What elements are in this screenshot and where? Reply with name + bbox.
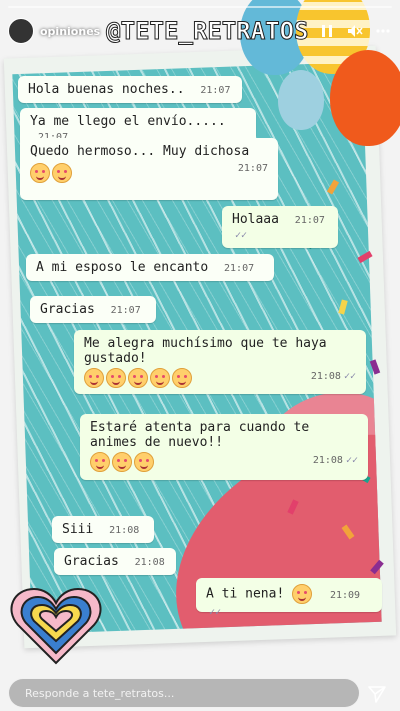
message-time: 21:08 — [134, 557, 165, 568]
message-bubble: A mi esposo le encanto 21:07 — [26, 254, 274, 281]
reply-input[interactable] — [23, 685, 345, 701]
message-text: A ti nena! — [206, 586, 285, 602]
message-bubble-sent: A ti nena! 21:09 ✓✓ — [196, 578, 382, 618]
message-text: Gracias — [64, 554, 119, 569]
reply-bar[interactable] — [8, 678, 360, 708]
smiling-face-hearts-icon — [172, 368, 192, 388]
message-text: Ya me llego el envío..... — [30, 114, 226, 129]
mute-icon[interactable] — [346, 22, 364, 40]
message-time: 21:07 — [110, 305, 141, 316]
message-time: 21:08 — [109, 525, 140, 536]
smiling-face-hearts-icon — [90, 452, 110, 472]
smiling-face-hearts-icon — [106, 368, 126, 388]
heart-sticker-icon — [10, 587, 102, 665]
message-bubble: Gracias 21:08 — [54, 548, 176, 575]
message-text: Holaaa — [232, 212, 279, 227]
message-bubble-sent: Estaré atenta para cuando te animes de n… — [80, 414, 368, 480]
story-header: opiniones @TETE_RETRATOS — [8, 13, 392, 49]
smiling-face-hearts-icon — [128, 368, 148, 388]
message-time: 21:07 — [237, 163, 268, 174]
read-check-icon: ✓✓ — [345, 455, 358, 466]
message-time: 21:08 — [310, 371, 341, 382]
message-bubble-sent: Holaaa 21:07 ✓✓ — [222, 206, 338, 248]
smiling-face-hearts-icon — [292, 584, 313, 604]
read-check-icon: ✓✓ — [209, 607, 222, 618]
message-text: Quedo hermoso... Muy dichosa — [30, 144, 250, 159]
message-text: Me alegra muchísimo que te haya gustado! — [84, 336, 327, 366]
read-check-icon: ✓✓ — [343, 371, 356, 382]
message-text: Siii — [62, 522, 94, 537]
message-bubble: Gracias 21:07 — [30, 296, 156, 323]
avatar[interactable] — [8, 18, 34, 44]
username[interactable]: opiniones — [40, 25, 100, 38]
story-title-sticker: @TETE_RETRATOS — [106, 17, 309, 46]
message-text: Gracias — [40, 302, 95, 317]
message-time: 21:07 — [224, 263, 255, 274]
message-time: 21:07 — [200, 85, 231, 96]
message-bubble-sent: Me alegra muchísimo que te haya gustado!… — [74, 330, 366, 394]
message-text: A mi esposo le encanto — [36, 260, 209, 275]
smiling-face-hearts-icon — [112, 452, 132, 472]
smiling-face-hearts-icon — [30, 163, 50, 183]
send-icon[interactable] — [366, 683, 388, 705]
balloon-decoration — [278, 70, 324, 130]
pause-icon[interactable] — [318, 22, 336, 40]
message-time: 21:09 — [329, 589, 361, 601]
message-text: Estaré atenta para cuando te animes de n… — [90, 420, 310, 450]
read-check-icon: ✓✓ — [235, 230, 248, 241]
more-icon[interactable] — [374, 22, 392, 40]
story-progress-bar — [8, 6, 392, 8]
face-with-stars-icon — [134, 452, 154, 472]
party-face-icon — [150, 368, 170, 388]
message-time: 21:08 — [312, 455, 343, 466]
message-bubble: Siii 21:08 — [52, 516, 154, 543]
smiling-face-hearts-icon — [52, 163, 72, 183]
message-text: Hola buenas noches.. — [28, 82, 185, 97]
face-with-stars-icon — [84, 368, 104, 388]
story-view[interactable]: Hola buenas noches.. 21:07 Ya me llego e… — [0, 0, 400, 711]
message-time: 21:07 — [294, 215, 325, 226]
message-bubble: Hola buenas noches.. 21:07 — [18, 76, 242, 103]
balloon-decoration — [330, 50, 400, 146]
message-bubble: Quedo hermoso... Muy dichosa 21:07 — [20, 138, 278, 200]
